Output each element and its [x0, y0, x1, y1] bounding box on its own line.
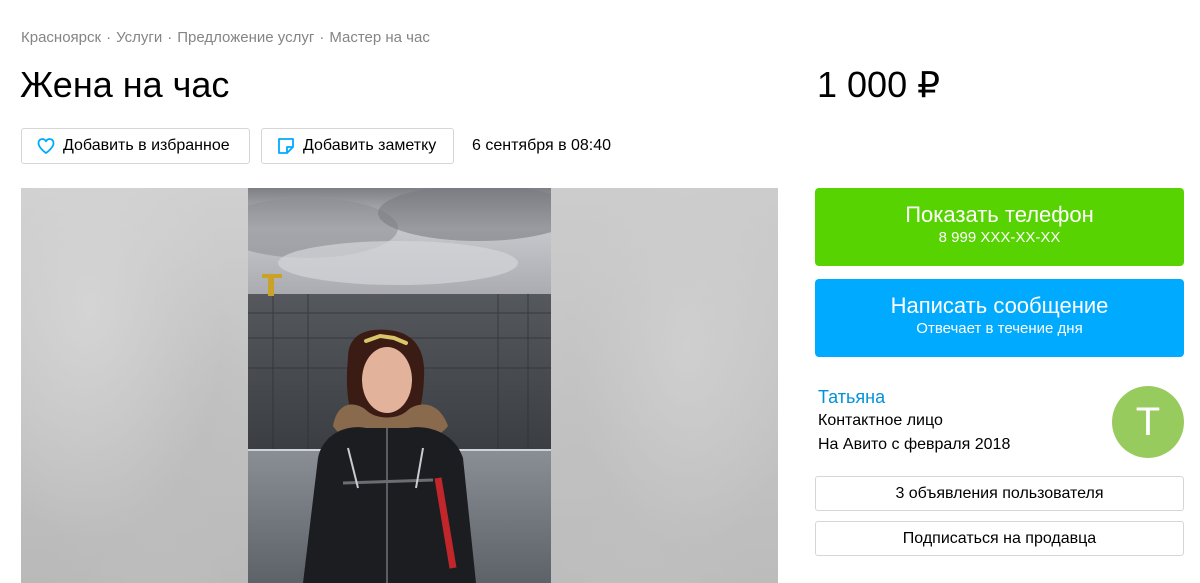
seller-name-link[interactable]: Татьяна [818, 387, 885, 408]
subscribe-seller-button[interactable]: Подписаться на продавца [815, 521, 1184, 556]
page-title: Жена на час [20, 64, 230, 105]
breadcrumb-item-handyman[interactable]: Мастер на час [329, 29, 430, 46]
add-to-favorites-button[interactable]: Добавить в избранное [21, 128, 250, 164]
write-message-label: Написать сообщение [890, 293, 1109, 318]
write-message-button[interactable]: Написать сообщение Отвечает в течение дн… [815, 279, 1184, 357]
heart-icon [36, 136, 56, 156]
seller-ads-button[interactable]: 3 объявления пользователя [815, 476, 1184, 511]
listing-page: Красноярск · Услуги · Предложение услуг · Маст… [0, 0, 1200, 583]
seller-role: Контактное лицо [818, 412, 943, 429]
add-to-favorites-label: Добавить в избранное [63, 137, 230, 154]
photo-gallery[interactable] [21, 188, 778, 583]
phone-number-masked: 8 999 XXX-XX-XX [938, 229, 1061, 246]
listing-date: 6 сентября в 08:40 [472, 137, 612, 154]
response-time-label: Отвечает в течение дня [916, 320, 1083, 337]
avatar[interactable]: Т [1112, 386, 1184, 458]
listing-price: 1 000 ₽ [817, 64, 940, 105]
show-phone-button[interactable]: Показать телефон 8 999 XXX-XX-XX [815, 188, 1184, 266]
breadcrumb-item-city[interactable]: Красноярск [21, 29, 101, 46]
gallery-blur-left [21, 188, 248, 583]
seller-since: На Авито с февраля 2018 [818, 436, 1011, 453]
add-note-button[interactable]: Добавить заметку [261, 128, 454, 164]
note-icon [276, 136, 296, 156]
breadcrumb-separator: · [167, 29, 173, 46]
show-phone-label: Показать телефон [905, 202, 1094, 227]
breadcrumb-item-service-offers[interactable]: Предложение услуг [177, 29, 314, 46]
listing-photo[interactable] [248, 188, 551, 583]
breadcrumb-separator: · [319, 29, 325, 46]
breadcrumb-item-services[interactable]: Услуги [116, 29, 162, 46]
add-note-label: Добавить заметку [303, 137, 437, 154]
gallery-blur-right [551, 188, 778, 583]
breadcrumb-separator: · [106, 29, 112, 46]
breadcrumb: Красноярск · Услуги · Предложение услуг · Маст… [21, 29, 430, 46]
